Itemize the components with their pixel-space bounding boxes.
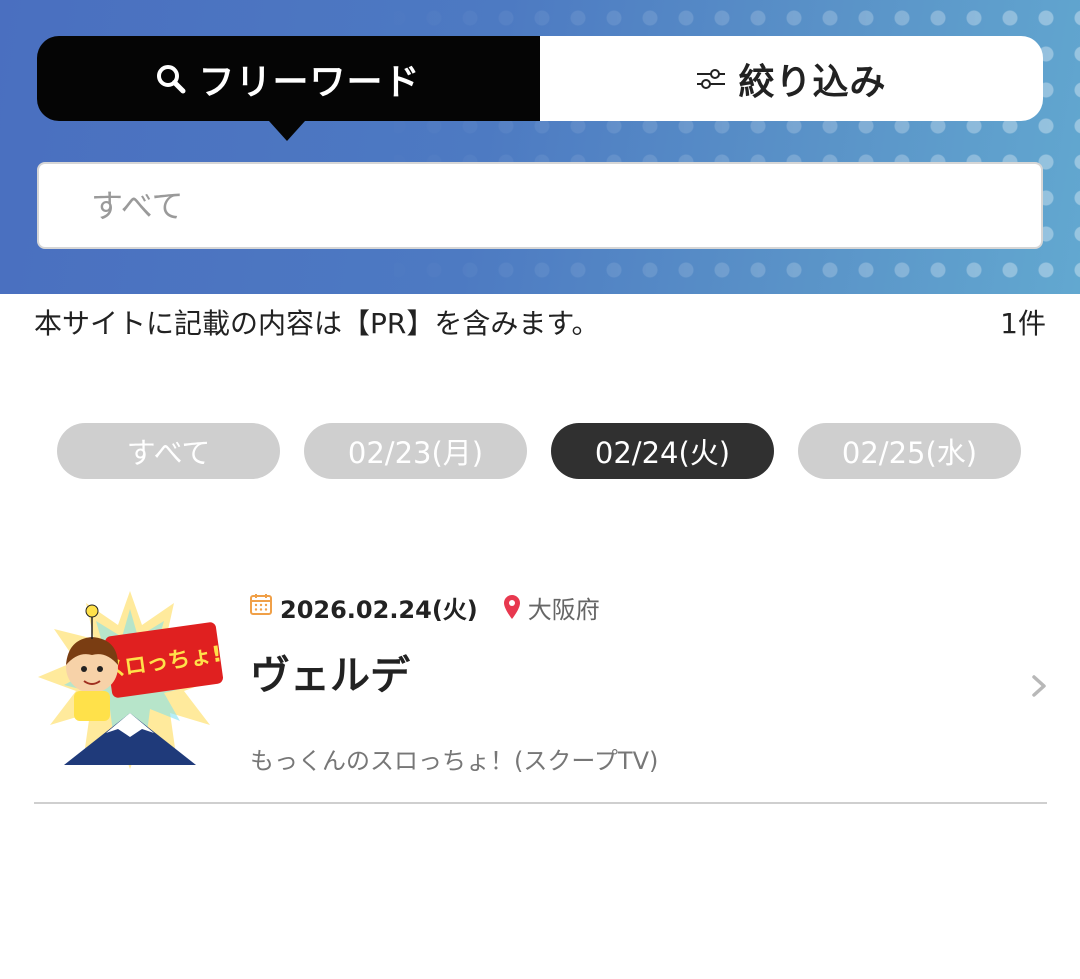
tab-free-word-label: フリーワード [198, 61, 421, 103]
search-header: フリーワード 絞り込み [0, 0, 1080, 294]
date-chip-all[interactable]: すべて [57, 423, 280, 479]
result-count: 1件 [1000, 307, 1046, 340]
map-pin-icon [503, 595, 520, 619]
result-item[interactable]: スロっちょ! 2026.02.24(火) 大阪府 ヴェルデ もっくんのスロっちょ… [34, 585, 1047, 804]
event-subtitle: もっくんのスロっちょ！(スクープTV) [250, 747, 659, 775]
date-chip-0223[interactable]: 02/23(月) [304, 423, 527, 479]
tab-free-word[interactable]: フリーワード [37, 36, 540, 141]
event-title: ヴェルデ [250, 653, 410, 699]
search-field [37, 162, 1043, 249]
free-word-input[interactable] [91, 186, 1041, 225]
pr-notice: 本サイトに記載の内容は【PR】を含みます。 [34, 307, 600, 340]
tab-filter[interactable]: 絞り込み [540, 36, 1043, 121]
date-chip-0224[interactable]: 02/24(火) [551, 423, 774, 479]
event-thumbnail: スロっちょ! [34, 585, 226, 775]
date-chip-0225[interactable]: 02/25(水) [798, 423, 1021, 479]
search-icon [156, 64, 186, 94]
chevron-right-icon [1031, 675, 1047, 701]
date-filter: すべて 02/23(月) 02/24(火) 02/25(水) [57, 423, 1023, 479]
event-prefecture: 大阪府 [527, 595, 600, 624]
result-meta: 2026.02.24(火) 大阪府 [250, 590, 600, 624]
notice-row: 本サイトに記載の内容は【PR】を含みます。 1件 [34, 300, 1046, 344]
tab-filter-label: 絞り込み [738, 61, 887, 103]
calendar-icon [250, 593, 272, 621]
sliders-icon [696, 67, 726, 91]
search-mode-tabs: フリーワード 絞り込み [37, 36, 1043, 141]
event-date: 2026.02.24(火) [280, 595, 478, 624]
